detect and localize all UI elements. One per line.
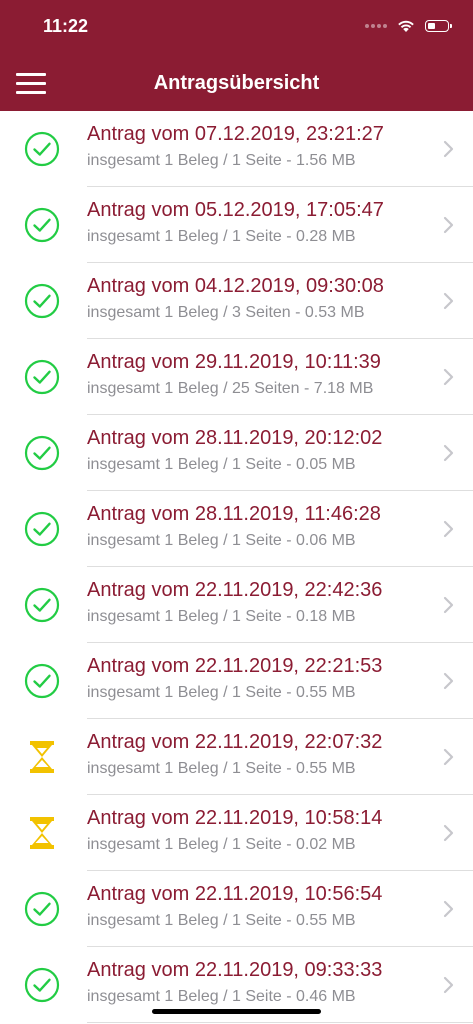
list-item[interactable]: Antrag vom 07.12.2019, 23:21:27 insgesamt…	[0, 111, 473, 187]
check-circle-icon	[24, 663, 60, 699]
list-item-title: Antrag vom 22.11.2019, 10:56:54	[87, 883, 383, 905]
list-item-title: Antrag vom 22.11.2019, 10:58:14	[87, 807, 383, 829]
chevron-right-icon	[443, 748, 454, 766]
list-item-subtitle: insgesamt 1 Beleg / 1 Seite - 0.55 MB	[87, 760, 356, 777]
check-circle-icon	[24, 359, 60, 395]
list-item-subtitle: insgesamt 1 Beleg / 1 Seite - 0.55 MB	[87, 912, 356, 929]
check-circle-icon	[24, 435, 60, 471]
row-divider	[87, 1022, 473, 1023]
chevron-right-icon	[443, 216, 454, 234]
list-item-subtitle: insgesamt 1 Beleg / 1 Seite - 0.55 MB	[87, 684, 356, 701]
list-item-title: Antrag vom 29.11.2019, 10:11:39	[87, 351, 381, 373]
chevron-right-icon	[443, 520, 454, 538]
check-circle-icon	[24, 511, 60, 547]
list-item[interactable]: Antrag vom 29.11.2019, 10:11:39 insgesamt…	[0, 339, 473, 415]
list-item-title: Antrag vom 28.11.2019, 20:12:02	[87, 427, 383, 449]
list-item-subtitle: insgesamt 1 Beleg / 1 Seite - 0.02 MB	[87, 836, 356, 853]
wifi-icon	[398, 20, 414, 32]
list-item[interactable]: Antrag vom 04.12.2019, 09:30:08 insgesamt…	[0, 263, 473, 339]
check-circle-icon	[24, 207, 60, 243]
list-item[interactable]: Antrag vom 22.11.2019, 22:42:36 insgesamt…	[0, 567, 473, 643]
list-item-subtitle: insgesamt 1 Beleg / 3 Seiten - 0.53 MB	[87, 304, 365, 321]
hourglass-icon	[24, 739, 60, 775]
status-bar-indicators	[365, 17, 452, 35]
battery-icon	[425, 20, 452, 32]
nav-header: 11:22 Antragsübersicht	[0, 0, 473, 111]
list-item[interactable]: Antrag vom 22.11.2019, 22:07:32 insgesamt…	[0, 719, 473, 795]
list-item-subtitle: insgesamt 1 Beleg / 1 Seite - 0.28 MB	[87, 228, 356, 245]
list-item[interactable]: Antrag vom 22.11.2019, 22:21:53 insgesamt…	[0, 643, 473, 719]
list-item-title: Antrag vom 28.11.2019, 11:46:28	[87, 503, 381, 525]
list-item[interactable]: Antrag vom 22.11.2019, 10:56:54 insgesamt…	[0, 871, 473, 947]
list-item[interactable]: Antrag vom 22.11.2019, 10:58:14 insgesamt…	[0, 795, 473, 871]
list-item-title: Antrag vom 05.12.2019, 17:05:47	[87, 199, 384, 221]
chevron-right-icon	[443, 976, 454, 994]
chevron-right-icon	[443, 368, 454, 386]
list-item[interactable]: Antrag vom 28.11.2019, 11:46:28 insgesamt…	[0, 491, 473, 567]
list-item-title: Antrag vom 22.11.2019, 09:33:33	[87, 959, 383, 981]
chevron-right-icon	[443, 140, 454, 158]
chevron-right-icon	[443, 596, 454, 614]
hourglass-icon	[24, 815, 60, 851]
check-circle-icon	[24, 891, 60, 927]
list-item[interactable]: Antrag vom 05.12.2019, 17:05:47 insgesamt…	[0, 187, 473, 263]
list-item-subtitle: insgesamt 1 Beleg / 1 Seite - 1.56 MB	[87, 152, 356, 169]
list-item-subtitle: insgesamt 1 Beleg / 1 Seite - 0.05 MB	[87, 456, 356, 473]
chevron-right-icon	[443, 444, 454, 462]
list-item[interactable]: Antrag vom 28.11.2019, 20:12:02 insgesamt…	[0, 415, 473, 491]
chevron-right-icon	[443, 824, 454, 842]
list-item-subtitle: insgesamt 1 Beleg / 25 Seiten - 7.18 MB	[87, 380, 374, 397]
chevron-right-icon	[443, 672, 454, 690]
check-circle-icon	[24, 967, 60, 1003]
list-item-subtitle: insgesamt 1 Beleg / 1 Seite - 0.06 MB	[87, 532, 356, 549]
cellular-signal-icon	[365, 24, 387, 28]
list-item-title: Antrag vom 22.11.2019, 22:07:32	[87, 731, 383, 753]
check-circle-icon	[24, 131, 60, 167]
home-indicator[interactable]	[152, 1009, 321, 1014]
check-circle-icon	[24, 283, 60, 319]
chevron-right-icon	[443, 900, 454, 918]
list-item-subtitle: insgesamt 1 Beleg / 1 Seite - 0.46 MB	[87, 988, 356, 1005]
page-title: Antragsübersicht	[153, 72, 320, 94]
status-bar-time: 11:22	[43, 16, 89, 36]
list-item-subtitle: insgesamt 1 Beleg / 1 Seite - 0.18 MB	[87, 608, 356, 625]
application-list: Antrag vom 07.12.2019, 23:21:27 insgesamt…	[0, 111, 473, 1023]
list-item-title: Antrag vom 07.12.2019, 23:21:27	[87, 123, 384, 145]
chevron-right-icon	[443, 292, 454, 310]
list-item-title: Antrag vom 22.11.2019, 22:42:36	[87, 579, 383, 601]
list-item-title: Antrag vom 04.12.2019, 09:30:08	[87, 275, 384, 297]
check-circle-icon	[24, 587, 60, 623]
list-item-title: Antrag vom 22.11.2019, 22:21:53	[87, 655, 383, 677]
